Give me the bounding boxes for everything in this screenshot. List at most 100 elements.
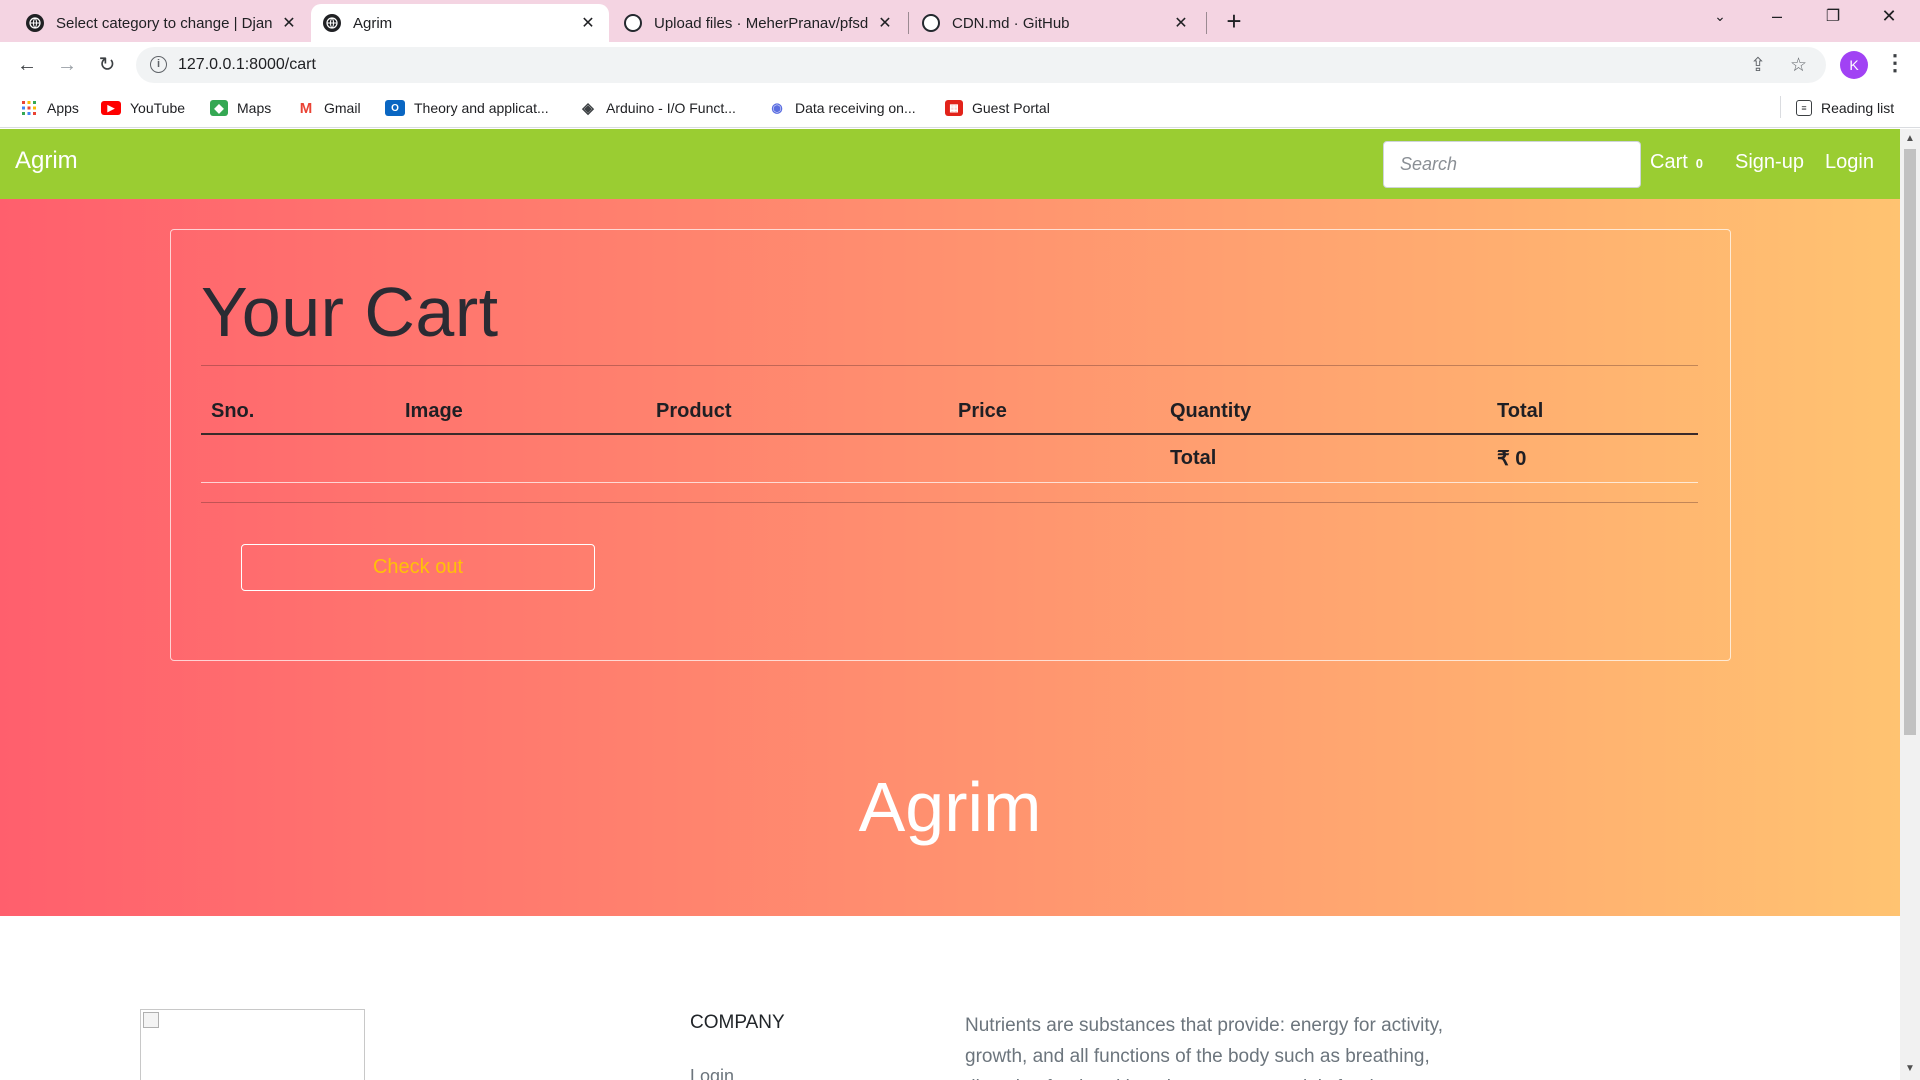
checkout-button[interactable]: Check out (241, 544, 595, 591)
bookmark-data-receiving[interactable]: ◉ Data receiving on... (768, 96, 916, 120)
bookmark-guest-portal[interactable]: ▦ Guest Portal (945, 96, 1050, 120)
column-header-image: Image (395, 390, 646, 435)
cart-link[interactable]: Cart 0 (1650, 151, 1703, 174)
globe-icon (323, 14, 341, 32)
footer-company-heading: COMPANY (690, 1012, 785, 1033)
site-footer: COMPANY Login Nutrients are substances t… (0, 916, 1900, 1080)
column-header-sno: Sno. (201, 390, 395, 435)
reading-list[interactable]: ≡ Reading list (1796, 96, 1894, 120)
title-divider (201, 365, 1698, 366)
tab-title: Agrim (353, 14, 393, 32)
footer-description: Nutrients are substances that provide: e… (965, 1015, 1444, 1080)
github-icon (624, 14, 642, 32)
bookmark-divider (1780, 96, 1781, 118)
bookmark-arduino[interactable]: ◈ Arduino - I/O Funct... (579, 96, 736, 120)
table-header-row: Sno. Image Product Price Quantity Total (201, 390, 1698, 435)
address-bar[interactable]: i 127.0.0.1:8000/cart ⇪ ☆ (136, 47, 1826, 83)
hero-section: Your Cart Sno. Image Product Price Quant… (0, 199, 1900, 916)
tab-title: Upload files · MeherPranav/pfsd (654, 14, 868, 32)
bookmark-gmail[interactable]: M Gmail (297, 96, 361, 120)
bookmark-youtube[interactable]: ▶ YouTube (101, 96, 185, 120)
cart-link-label: Cart (1650, 151, 1688, 173)
site-info-icon[interactable]: i (150, 56, 167, 73)
maps-icon: ◆ (210, 100, 228, 116)
cart-card: Your Cart Sno. Image Product Price Quant… (170, 229, 1731, 661)
close-tab-icon[interactable]: ✕ (876, 13, 894, 33)
tab-title: CDN.md · GitHub (952, 14, 1070, 32)
close-tab-icon[interactable]: ✕ (280, 13, 298, 33)
table-divider (201, 502, 1698, 503)
cart-table: Sno. Image Product Price Quantity Total (201, 390, 1698, 483)
total-label: Total (1160, 434, 1487, 483)
bookmark-label: Arduino - I/O Funct... (606, 100, 736, 116)
reload-icon[interactable]: ↻ (93, 52, 121, 78)
close-tab-icon[interactable]: ✕ (579, 13, 597, 33)
signup-link[interactable]: Sign-up (1735, 151, 1804, 174)
tab-search-chevron-icon[interactable]: ⌄ (1705, 8, 1735, 25)
minimize-icon[interactable]: – (1762, 6, 1792, 27)
reading-list-label: Reading list (1821, 100, 1895, 116)
broken-image-icon (143, 1012, 159, 1028)
bookmark-label: YouTube (130, 100, 186, 116)
tab-divider (1206, 12, 1207, 34)
profile-avatar[interactable]: K (1840, 51, 1868, 79)
back-arrow-icon[interactable]: ← (13, 52, 41, 78)
bookmark-label: Gmail (324, 100, 361, 116)
hero-brand-title: Agrim (858, 768, 1042, 846)
column-header-product: Product (646, 390, 948, 435)
share-icon[interactable]: ⇪ (1750, 54, 1766, 77)
arduino-icon: ◈ (582, 100, 594, 117)
bookmarks-bar: Apps ▶ YouTube ◆ Maps M Gmail O Theory a… (0, 88, 1920, 128)
apps-grid-icon (20, 100, 38, 116)
tab-title: Select category to change | Djang (56, 14, 272, 32)
bookmark-label: Maps (237, 100, 272, 116)
browser-tab[interactable]: Upload files · MeherPranav/pfsd ✕ (612, 4, 906, 42)
bookmark-label: Data receiving on... (795, 100, 916, 116)
bookmark-apps[interactable]: Apps (20, 96, 79, 120)
browser-menu-icon[interactable]: ⋮ (1884, 50, 1906, 76)
scrollbar-thumb[interactable] (1904, 149, 1916, 735)
table-total-row: Total ₹ 0 (201, 434, 1698, 483)
address-url[interactable]: 127.0.0.1:8000/cart (178, 56, 316, 74)
close-tab-icon[interactable]: ✕ (1172, 13, 1190, 33)
search-input[interactable] (1383, 141, 1641, 188)
forward-arrow-icon[interactable]: → (53, 52, 81, 78)
bookmark-maps[interactable]: ◆ Maps (210, 96, 271, 120)
reading-list-icon: ≡ (1796, 100, 1812, 116)
footer-login-link[interactable]: Login (690, 1066, 734, 1080)
bookmark-label: Apps (47, 100, 79, 116)
browser-tab-strip: Select category to change | Djang ✕ Agri… (0, 0, 1920, 42)
new-tab-button[interactable]: + (1220, 8, 1248, 36)
column-header-price: Price (948, 390, 1160, 435)
scroll-down-arrow-icon[interactable]: ▼ (1905, 1063, 1915, 1074)
total-value: ₹ 0 (1487, 434, 1698, 483)
browser-toolbar: ← → ↻ i 127.0.0.1:8000/cart ⇪ ☆ K ⋮ (0, 42, 1920, 88)
outlook-icon: O (385, 100, 405, 116)
bookmark-star-icon[interactable]: ☆ (1790, 54, 1807, 77)
browser-tab-active[interactable]: Agrim ✕ (311, 4, 609, 42)
window-close-icon[interactable]: ✕ (1874, 6, 1904, 27)
fortinet-icon: ▦ (945, 100, 963, 116)
youtube-icon: ▶ (101, 101, 121, 115)
github-icon (922, 14, 940, 32)
column-header-quantity: Quantity (1160, 390, 1487, 435)
camera-icon: ◉ (771, 100, 783, 115)
column-header-total: Total (1487, 390, 1698, 435)
gmail-icon: M (299, 99, 313, 117)
bookmark-label: Guest Portal (972, 100, 1050, 116)
site-navbar: Agrim Cart 0 Sign-up Login (0, 129, 1900, 199)
bookmark-theory[interactable]: O Theory and applicat... (385, 96, 549, 120)
globe-icon (26, 14, 44, 32)
page-viewport: Agrim Cart 0 Sign-up Login Your Cart Sno.… (0, 129, 1900, 1080)
cart-count-badge: 0 (1695, 156, 1704, 171)
footer-logo-image (140, 1009, 365, 1080)
page-scrollbar[interactable]: ▲ ▼ (1900, 129, 1920, 1080)
page-title: Your Cart (201, 273, 499, 351)
bookmark-label: Theory and applicat... (414, 100, 549, 116)
scroll-up-arrow-icon[interactable]: ▲ (1905, 133, 1915, 144)
browser-tab[interactable]: CDN.md · GitHub ✕ (910, 4, 1202, 42)
site-brand-link[interactable]: Agrim (15, 147, 78, 175)
browser-tab[interactable]: Select category to change | Djang ✕ (14, 4, 310, 42)
restore-icon[interactable]: ❐ (1818, 6, 1848, 26)
login-link[interactable]: Login (1825, 151, 1874, 174)
